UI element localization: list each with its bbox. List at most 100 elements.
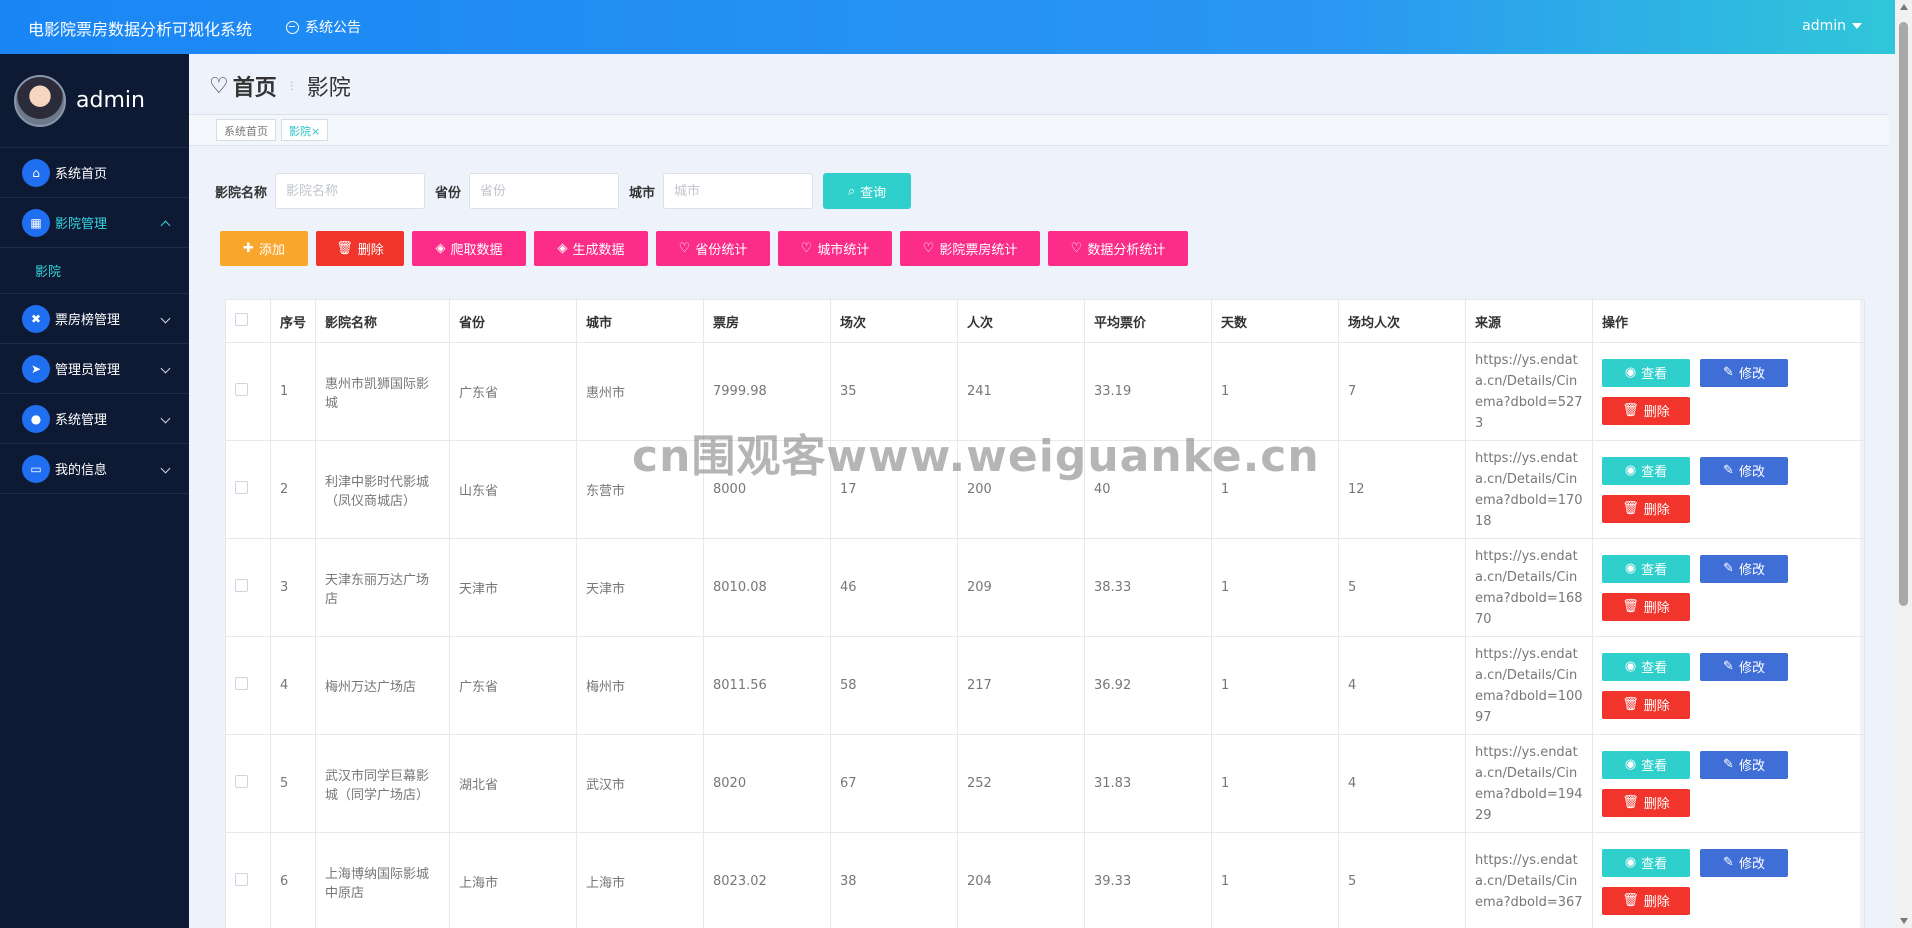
view-button[interactable]: ◉ 查看 [1602, 554, 1690, 583]
cell-province: 山东省 [449, 440, 577, 539]
trash-icon: 🗑 [1622, 599, 1639, 614]
chevron-down-icon [160, 363, 171, 374]
row-delete-button[interactable]: 🗑 删除 [1602, 690, 1690, 719]
row-checkbox[interactable] [235, 677, 248, 690]
edit-button[interactable]: ✎ 修改 [1700, 652, 1788, 681]
province-input[interactable] [469, 173, 620, 209]
boxoffice-stats-button[interactable]: ♡ 影院票房统计 [900, 231, 1040, 266]
scrollbar[interactable] [1895, 0, 1912, 928]
row-select-cell[interactable] [225, 832, 271, 928]
row-checkbox[interactable] [235, 383, 248, 396]
sidebar-item-label: 影院管理 [55, 217, 108, 232]
view-label: 查看 [1641, 367, 1668, 382]
breadcrumb-home[interactable]: 首页 [233, 70, 277, 102]
trash-icon: 🗑 [1622, 893, 1639, 908]
operations-row: ◉ 查看 ✎ 修改 [1602, 554, 1855, 583]
sidebar-item-home[interactable]: ⌂ 系统首页 [0, 148, 189, 198]
chevron-down-icon [160, 413, 171, 424]
crawl-data-button[interactable]: ◈ 爬取数据 [412, 231, 526, 266]
sidebar-item-cinema-management[interactable]: ▦ 影院管理 [0, 198, 189, 248]
operations: ◉ 查看 ✎ 修改 🗑 删除 [1602, 456, 1855, 523]
cell-days: 1 [1211, 734, 1339, 833]
sidebar-item-admin-management[interactable]: ➤ 管理员管理 [0, 344, 189, 394]
row-checkbox[interactable] [235, 775, 248, 788]
scroll-up-icon[interactable] [1900, 4, 1908, 10]
heart-icon: ♡ [678, 241, 691, 256]
delete-label: 删除 [1643, 405, 1670, 420]
delete-button[interactable]: 🗑 删除 [316, 231, 404, 266]
view-button[interactable]: ◉ 查看 [1602, 652, 1690, 681]
cell-operations: ◉ 查看 ✎ 修改 🗑 删除 [1592, 636, 1865, 735]
cell-avg: 39.33 [1084, 832, 1212, 928]
scroll-thumb[interactable] [1899, 22, 1908, 606]
tag-cinema[interactable]: 影院× [281, 119, 329, 141]
edit-button[interactable]: ✎ 修改 [1700, 358, 1788, 387]
edit-label: 修改 [1738, 759, 1765, 774]
generate-label: 生成数据 [572, 243, 625, 258]
operations-row: ◉ 查看 ✎ 修改 [1602, 652, 1855, 681]
cell-operations: ◉ 查看 ✎ 修改 🗑 删除 [1592, 734, 1865, 833]
row-delete-button[interactable]: 🗑 删除 [1602, 788, 1690, 817]
scroll-down-icon[interactable] [1900, 918, 1908, 924]
user-menu[interactable]: admin [1802, 18, 1862, 34]
row-checkbox[interactable] [235, 873, 248, 886]
crawl-label: 爬取数据 [450, 243, 503, 258]
select-all-cell[interactable] [225, 299, 271, 343]
row-checkbox[interactable] [235, 481, 248, 494]
edit-button[interactable]: ✎ 修改 [1700, 848, 1788, 877]
view-button[interactable]: ◉ 查看 [1602, 358, 1690, 387]
edit-button[interactable]: ✎ 修改 [1700, 456, 1788, 485]
cell-no: 2 [270, 440, 316, 539]
eye-icon: ◉ [1624, 757, 1637, 772]
operations-row: ◉ 查看 ✎ 修改 [1602, 358, 1855, 387]
search-button[interactable]: ⌕ 查询 [823, 173, 912, 209]
row-select-cell[interactable] [225, 538, 271, 637]
province-stats-button[interactable]: ♡ 省份统计 [656, 231, 770, 266]
operations: ◉ 查看 ✎ 修改 🗑 删除 [1602, 554, 1855, 621]
view-button[interactable]: ◉ 查看 [1602, 750, 1690, 779]
tag-home[interactable]: 系统首页 [216, 119, 276, 141]
edit-button[interactable]: ✎ 修改 [1700, 554, 1788, 583]
row-checkbox[interactable] [235, 579, 248, 592]
trash-icon: 🗑 [1622, 795, 1639, 810]
system-notice-link[interactable]: 系统公告 [286, 17, 361, 37]
sidebar-subitem-cinema[interactable]: 影院 [0, 248, 189, 294]
row-delete-button[interactable]: 🗑 删除 [1602, 886, 1690, 915]
watermark: cn围观客www.weiguanke.cn [632, 431, 1320, 482]
notice-label: 系统公告 [305, 20, 361, 36]
cell-name: 惠州市凯狮国际影城 [315, 342, 450, 441]
row-select-cell[interactable] [225, 342, 271, 441]
cell-days: 1 [1211, 538, 1339, 637]
analysis-stats-button[interactable]: ♡ 数据分析统计 [1048, 231, 1188, 266]
select-all-checkbox[interactable] [235, 312, 248, 326]
table-row: 3 天津东丽万达广场店 天津市 天津市 8010.08 46 209 38.33 1 5 https… [225, 538, 1865, 637]
sidebar-item-my-info[interactable]: ▭ 我的信息 [0, 444, 189, 494]
row-select-cell[interactable] [225, 636, 271, 735]
delete-label: 删除 [1643, 797, 1670, 812]
caret-down-icon [1852, 23, 1862, 29]
row-delete-button[interactable]: 🗑 删除 [1602, 494, 1690, 523]
edit-label: 修改 [1738, 465, 1765, 480]
sidebar-item-boxoffice-management[interactable]: ✖ 票房榜管理 [0, 294, 189, 344]
cell-shows: 38 [830, 832, 958, 928]
row-select-cell[interactable] [225, 440, 271, 539]
row-delete-button[interactable]: 🗑 删除 [1602, 592, 1690, 621]
generate-data-button[interactable]: ◈ 生成数据 [534, 231, 648, 266]
column-header: 省份 [449, 299, 577, 343]
row-select-cell[interactable] [225, 734, 271, 833]
cell-province: 湖北省 [449, 734, 577, 833]
edit-button[interactable]: ✎ 修改 [1700, 750, 1788, 779]
view-button[interactable]: ◉ 查看 [1602, 848, 1690, 877]
city-stats-button[interactable]: ♡ 城市统计 [778, 231, 892, 266]
sidebar-item-system-management[interactable]: ● 系统管理 [0, 394, 189, 444]
heart-icon: ♡ [209, 73, 229, 99]
province-label: 省份 [435, 185, 462, 201]
operations: ◉ 查看 ✎ 修改 🗑 删除 [1602, 358, 1855, 425]
city-input[interactable] [663, 173, 814, 209]
search-button-label: 查询 [860, 185, 887, 201]
add-button[interactable]: ✚ 添加 [220, 231, 308, 266]
view-button[interactable]: ◉ 查看 [1602, 456, 1690, 485]
row-delete-button[interactable]: 🗑 删除 [1602, 396, 1690, 425]
cinema-name-input[interactable] [275, 173, 426, 209]
cell-no: 4 [270, 636, 316, 735]
